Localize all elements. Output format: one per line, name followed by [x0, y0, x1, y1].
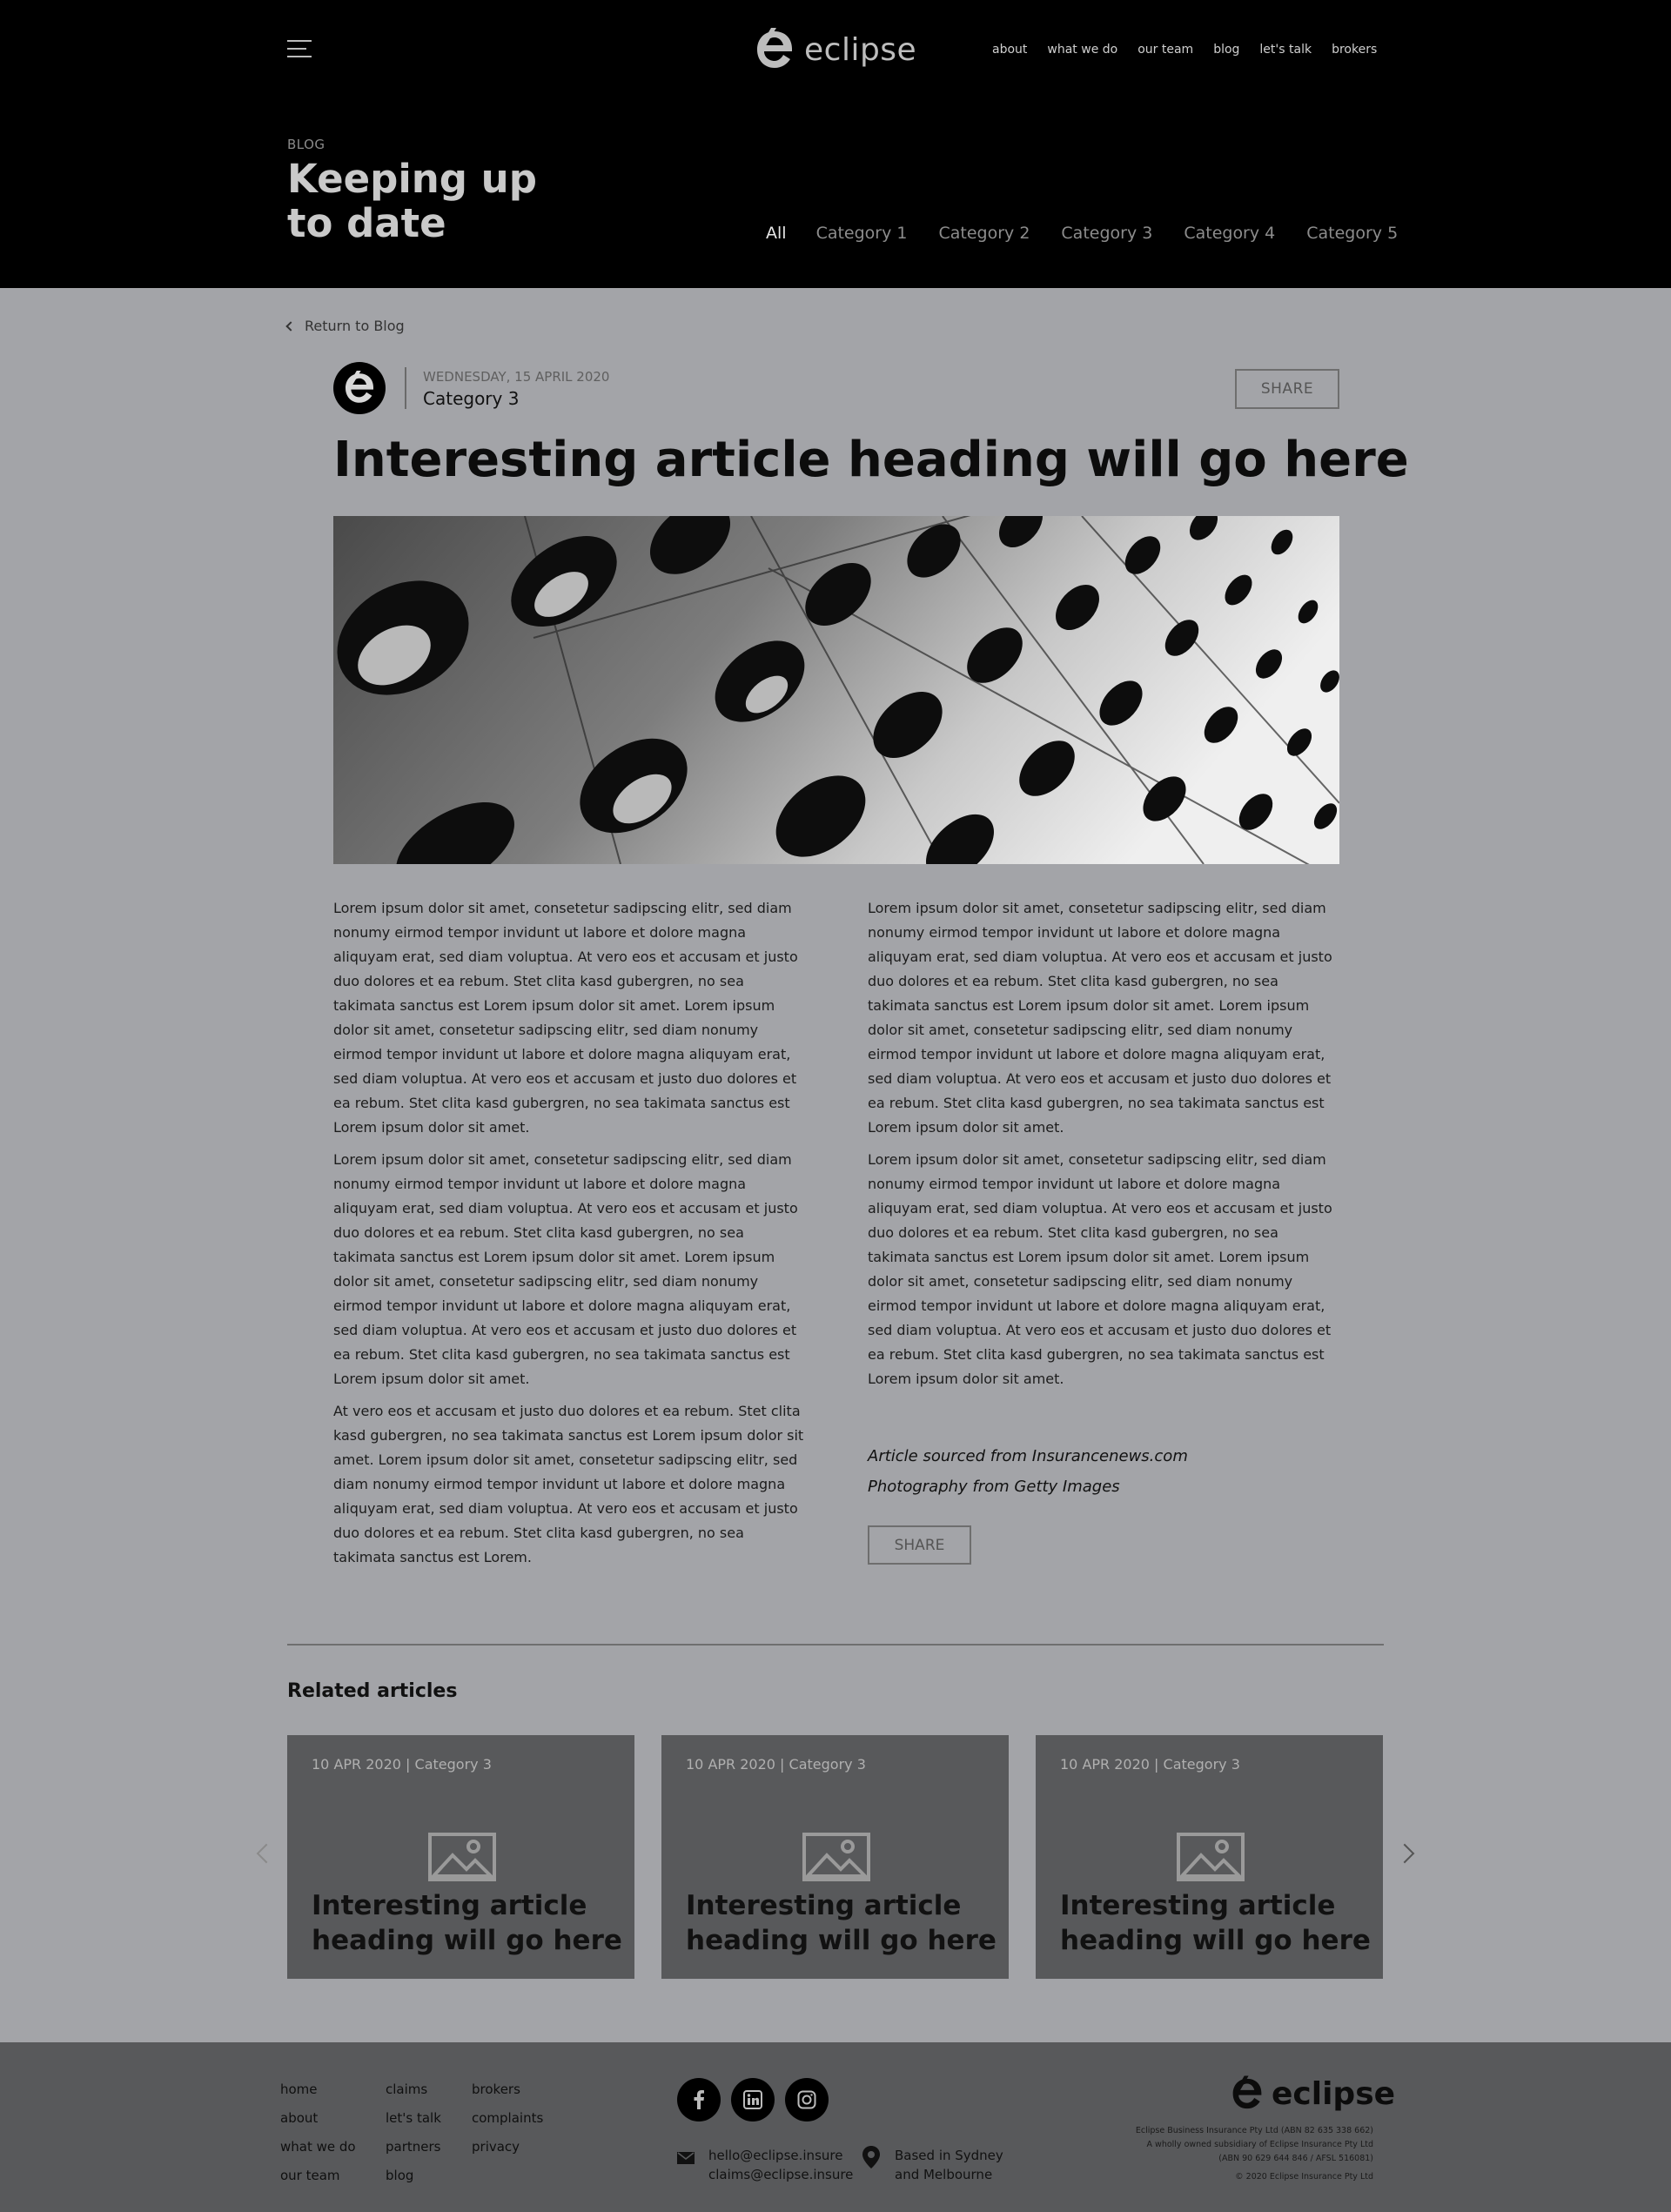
related-card[interactable]: 10 APR 2020 | Category 3 Interesting art…	[1036, 1735, 1383, 1979]
meta-divider	[405, 367, 406, 409]
card-title: Interesting article heading will go here	[686, 1890, 997, 1956]
footer-logo[interactable]: eclipse	[1231, 2075, 1395, 2112]
footer-brokers[interactable]: brokers	[472, 2075, 543, 2104]
paragraph: Lorem ipsum dolor sit amet, consetetur s…	[868, 900, 1332, 1136]
chevron-left-icon	[285, 320, 296, 332]
footer-about[interactable]: about	[280, 2104, 356, 2133]
section-divider	[287, 1644, 1384, 1646]
article-date: WEDNESDAY, 15 APRIL 2020	[423, 369, 610, 385]
linkedin-icon[interactable]	[731, 2078, 775, 2122]
card-meta: 10 APR 2020 | Category 3	[686, 1756, 866, 1773]
footer-complaints[interactable]: complaints	[472, 2104, 543, 2133]
category-3[interactable]: Category 3	[1061, 224, 1152, 243]
paragraph: Lorem ipsum dolor sit amet, consetetur s…	[333, 900, 798, 1136]
card-title: Interesting article heading will go here	[312, 1890, 622, 1956]
footer-privacy[interactable]: privacy	[472, 2133, 543, 2162]
category-1[interactable]: Category 1	[816, 224, 908, 243]
paragraph: Lorem ipsum dolor sit amet, consetetur s…	[868, 1151, 1332, 1387]
card-meta: 10 APR 2020 | Category 3	[1060, 1756, 1240, 1773]
eclipse-logo-icon	[757, 28, 792, 68]
footer-links-3: brokers complaints privacy	[472, 2075, 543, 2162]
category-filter: All Category 1 Category 2 Category 3 Cat…	[766, 224, 1429, 243]
author-avatar	[333, 362, 386, 414]
nav-brokers[interactable]: brokers	[1332, 43, 1377, 57]
logo-text: eclipse	[804, 31, 917, 68]
carousel-prev-icon[interactable]	[256, 1843, 277, 1864]
nav-blog[interactable]: blog	[1213, 43, 1239, 57]
legal-line: A wholly owned subsidiary of Eclipse Ins…	[1146, 2140, 1373, 2149]
category-4[interactable]: Category 4	[1184, 224, 1275, 243]
image-placeholder-icon	[428, 1833, 496, 1881]
paragraph: Lorem ipsum dolor sit amet, consetetur s…	[333, 1151, 798, 1387]
envelope-icon	[677, 2152, 695, 2164]
nav-what-we-do[interactable]: what we do	[1047, 43, 1117, 57]
footer-claims[interactable]: claims	[386, 2075, 441, 2104]
image-placeholder-icon	[802, 1833, 870, 1881]
location-line-2: and Melbourne	[895, 2167, 993, 2182]
footer-links-2: claims let's talk partners blog	[386, 2075, 441, 2190]
category-all[interactable]: All	[766, 224, 787, 243]
article-body-left: Lorem ipsum dolor sit amet, consetetur s…	[333, 896, 808, 1578]
legal-line: (ABN 90 629 644 846 / AFSL 516081)	[1218, 2154, 1373, 2163]
email-hello[interactable]: hello@eclipse.insure	[708, 2146, 853, 2165]
footer-links-1: home about what we do our team	[280, 2075, 356, 2190]
site-logo[interactable]: eclipse	[755, 26, 916, 73]
article-hero-image	[333, 516, 1339, 864]
footer-home[interactable]: home	[280, 2075, 356, 2104]
carousel-next-icon[interactable]	[1394, 1843, 1415, 1864]
nav-lets-talk[interactable]: let's talk	[1259, 43, 1312, 57]
related-card[interactable]: 10 APR 2020 | Category 3 Interesting art…	[287, 1735, 634, 1979]
footer-what-we-do[interactable]: what we do	[280, 2133, 356, 2162]
credit-photo: Photography from Getty Images	[868, 1478, 1120, 1496]
location-pin-icon	[862, 2146, 880, 2168]
credit-source: Article sourced from Insurancenews.com	[868, 1447, 1188, 1465]
nav-about[interactable]: about	[992, 43, 1027, 57]
facebook-icon[interactable]	[677, 2078, 721, 2122]
image-placeholder-icon	[1177, 1833, 1245, 1881]
paragraph: At vero eos et accusam et justo duo dolo…	[333, 1403, 804, 1565]
footer-blog[interactable]: blog	[386, 2162, 441, 2190]
instagram-icon[interactable]	[785, 2078, 829, 2122]
footer-legal: Eclipse Business Insurance Pty Ltd (ABN …	[1136, 2124, 1373, 2184]
category-2[interactable]: Category 2	[938, 224, 1030, 243]
article-category: Category 3	[423, 388, 520, 409]
category-5[interactable]: Category 5	[1306, 224, 1398, 243]
menu-icon[interactable]	[287, 40, 313, 59]
share-button-bottom[interactable]: SHARE	[868, 1525, 971, 1565]
copyright: © 2020 Eclipse Insurance Pty Ltd	[1235, 2172, 1373, 2182]
site-header: eclipse about what we do our team blog l…	[0, 0, 1671, 288]
social-links	[677, 2078, 829, 2122]
card-title: Interesting article heading will go here	[1060, 1890, 1371, 1956]
email-claims[interactable]: claims@eclipse.insure	[708, 2165, 853, 2184]
return-to-blog-link[interactable]: Return to Blog	[285, 318, 405, 334]
eclipse-logo-icon	[346, 371, 373, 403]
footer-logo-text: eclipse	[1272, 2075, 1396, 2112]
return-to-blog-label: Return to Blog	[305, 318, 405, 334]
eclipse-logo-icon	[1232, 2075, 1262, 2109]
share-button[interactable]: SHARE	[1235, 369, 1339, 409]
related-card[interactable]: 10 APR 2020 | Category 3 Interesting art…	[661, 1735, 1009, 1979]
article-title: Interesting article heading will go here	[333, 432, 1409, 488]
location-line-1: Based in Sydney	[895, 2148, 1003, 2163]
nav-our-team[interactable]: our team	[1137, 43, 1193, 57]
card-meta: 10 APR 2020 | Category 3	[312, 1756, 492, 1773]
site-footer: home about what we do our team claims le…	[0, 2042, 1671, 2212]
top-nav: about what we do our team blog let's tal…	[992, 43, 1397, 57]
article-credits: Article sourced from Insurancenews.com P…	[868, 1441, 1188, 1502]
article-body-right: Lorem ipsum dolor sit amet, consetetur s…	[868, 896, 1342, 1399]
footer-lets-talk[interactable]: let's talk	[386, 2104, 441, 2133]
legal-line: Eclipse Business Insurance Pty Ltd (ABN …	[1135, 2126, 1373, 2135]
footer-our-team[interactable]: our team	[280, 2162, 356, 2190]
related-title: Related articles	[287, 1680, 458, 1702]
blog-title: Keeping up to date	[287, 156, 537, 246]
footer-partners[interactable]: partners	[386, 2133, 441, 2162]
blog-eyebrow: BLOG	[287, 137, 325, 152]
